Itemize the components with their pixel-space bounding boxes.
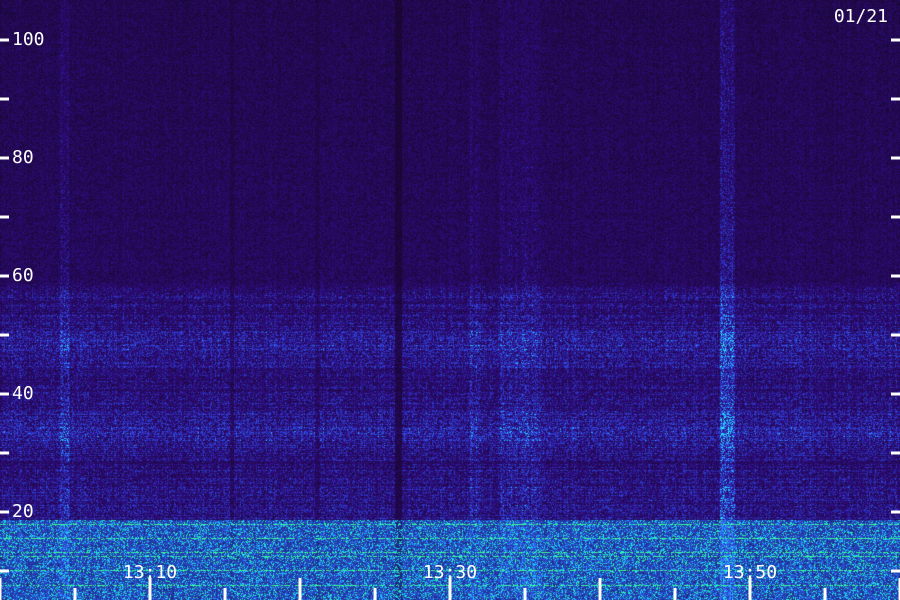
y-tick-label-40: 40 — [12, 383, 34, 404]
y-tick-label-60: 60 — [12, 265, 34, 286]
date-label: 01/21 — [833, 6, 888, 27]
x-tick-label-1310: 13:10 — [122, 562, 178, 583]
spectrogram-view: 01/21 100 80 60 40 20 13:10 13:30 13:50 — [0, 0, 900, 600]
x-tick-label-1330: 13:30 — [422, 562, 478, 583]
y-tick-label-100: 100 — [12, 29, 45, 50]
x-tick-label-1350: 13:50 — [722, 562, 778, 583]
axis-ticks — [0, 38, 900, 600]
y-tick-label-20: 20 — [12, 501, 34, 522]
y-tick-label-80: 80 — [12, 147, 34, 168]
